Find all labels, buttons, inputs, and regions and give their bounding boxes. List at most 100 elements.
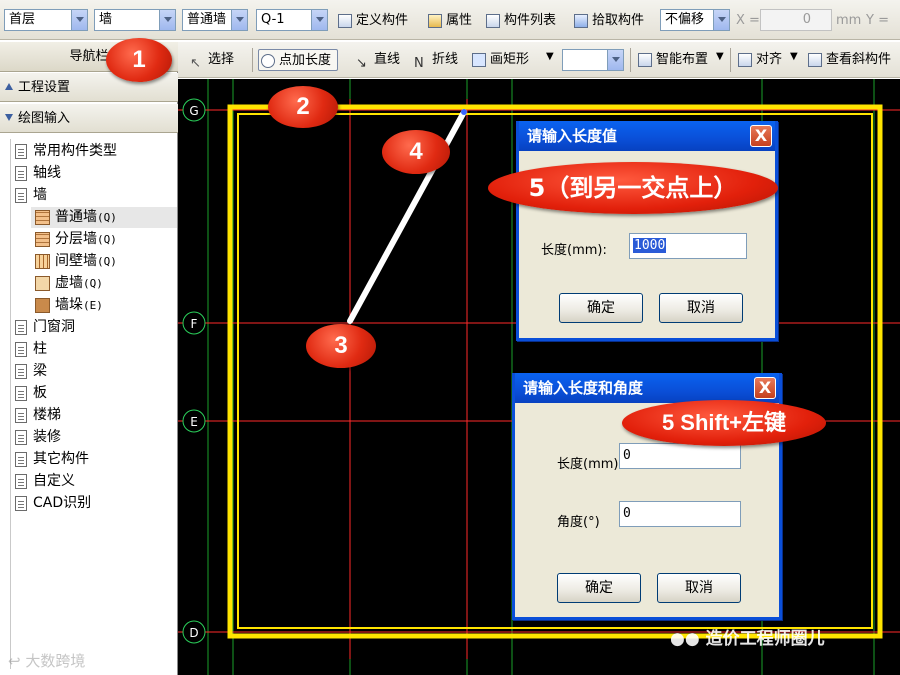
section-project-label: 工程设置 [18, 80, 71, 95]
align-label: 对齐 [756, 52, 783, 67]
tree-item-other[interactable]: 其它构件 [11, 449, 89, 470]
length-input[interactable]: 1000 [629, 233, 747, 259]
align-button[interactable]: 对齐 [736, 49, 782, 71]
tree-item-code: (E) [83, 299, 103, 312]
axis-label-e: E [190, 415, 198, 429]
document-icon [15, 320, 27, 335]
length-dialog: 请输入长度值 X 长度(mm): 1000 确定 取消 [516, 121, 778, 341]
select-button[interactable]: ↖ 选择 [188, 49, 234, 71]
x-input[interactable]: 0 [760, 9, 832, 31]
wall-pier-icon [35, 298, 50, 313]
wall-code-value: Q-1 [261, 12, 285, 27]
tree-item-code: (Q) [83, 277, 103, 290]
tree-item-label: 墙垛 [55, 297, 83, 313]
angle-input-value: 0 [623, 506, 631, 521]
tree-item-label: 虚墙 [55, 275, 83, 291]
angle-input[interactable]: 0 [619, 501, 741, 527]
rectangle-label: 画矩形 [490, 52, 530, 67]
rectangle-button[interactable]: 画矩形 [470, 49, 529, 71]
tree-item-label: 装修 [33, 429, 61, 445]
tree-item-slab[interactable]: 板 [11, 383, 47, 404]
tree-item-cad-recognition[interactable]: CAD识别 [11, 493, 91, 514]
tree-item-label: 分层墙 [55, 231, 97, 247]
offset-select[interactable]: 不偏移 [660, 9, 730, 31]
tree-item-code: (Q) [97, 211, 117, 224]
polyline-button[interactable]: N 折线 [412, 49, 458, 71]
pick-component-button[interactable]: 拾取构件 [572, 10, 644, 32]
angle-dialog-length-input[interactable]: 0 [619, 443, 741, 469]
rectangle-dropdown-icon[interactable]: ▼ [546, 51, 554, 62]
document-icon [15, 408, 27, 423]
wall-icon [35, 210, 50, 225]
length-dialog-title: 请输入长度值 [527, 127, 618, 145]
cursor-icon: ↖ [190, 56, 201, 71]
tree-item-common-types[interactable]: 常用构件类型 [11, 141, 117, 162]
length-angle-dialog-titlebar: 请输入长度和角度 X [515, 373, 779, 403]
point-length-button[interactable]: 点加长度 [258, 49, 339, 71]
section-draw-input[interactable]: 绘图输入 [0, 104, 178, 133]
close-icon[interactable]: X [750, 125, 772, 147]
eyedropper-icon [574, 14, 588, 28]
smart-layout-dropdown-icon[interactable]: ▼ [716, 51, 724, 62]
x-label: X = [736, 13, 760, 28]
point-length-label: 点加长度 [279, 53, 332, 68]
chevron-down-icon [159, 10, 175, 30]
select-label: 选择 [208, 52, 235, 67]
tree-item-axis[interactable]: 轴线 [11, 163, 61, 184]
tree-item-layered-wall[interactable]: 分层墙(Q) [31, 229, 117, 250]
tree-item-column[interactable]: 柱 [11, 339, 47, 360]
component-type-value: 墙 [99, 12, 113, 27]
wall-type-select[interactable]: 普通墙 [182, 9, 248, 31]
toolbar-separator [630, 48, 631, 72]
length-cancel-button[interactable]: 取消 [659, 293, 743, 323]
toolbar-separator [730, 48, 731, 72]
y-label: Y = [866, 13, 889, 28]
tree-item-code: (Q) [97, 255, 117, 268]
watermark-left: ↩ 大数跨境 [8, 650, 85, 671]
blank-select[interactable] [562, 49, 624, 71]
rectangle-icon [472, 53, 486, 67]
angle-dialog-length-value: 0 [623, 448, 631, 463]
polyline-label: 折线 [432, 52, 459, 67]
callout-4: 4 [382, 130, 450, 174]
wall-code-select[interactable]: Q-1 [256, 9, 328, 31]
callout-5-shift-click: 5 Shift+左键 [622, 400, 826, 446]
tree-item-wall-pier[interactable]: 墙垛(E) [31, 295, 103, 316]
virtual-wall-icon [35, 276, 50, 291]
tree-item-label: 墙 [33, 187, 47, 203]
callout-1: 1 [106, 38, 172, 82]
view-slope-button[interactable]: 查看斜构件 [806, 49, 891, 71]
list-icon [486, 14, 500, 28]
angle-cancel-button[interactable]: 取消 [657, 573, 741, 603]
tree-item-custom[interactable]: 自定义 [11, 471, 75, 492]
draw-toolbar: ↖ 选择 点加长度 ↘ 直线 N 折线 画矩形 ▼ 智能布置 ▼ 对齐 ▼ 查看斜构件 [178, 42, 900, 78]
tree-item-wall[interactable]: 墙 [11, 185, 47, 206]
length-ok-button[interactable]: 确定 [559, 293, 643, 323]
properties-button[interactable]: 属性 [426, 10, 472, 32]
tree-item-stairs[interactable]: 楼梯 [11, 405, 61, 426]
tree-item-virtual-wall[interactable]: 虚墙(Q) [31, 273, 103, 294]
document-icon [15, 342, 27, 357]
layered-wall-icon [35, 232, 50, 247]
tree-item-partition-wall[interactable]: 间壁墙(Q) [31, 251, 117, 272]
component-list-button[interactable]: 构件列表 [484, 10, 556, 32]
tree-item-decoration[interactable]: 装修 [11, 427, 61, 448]
component-type-select[interactable]: 墙 [94, 9, 176, 31]
tree-item-normal-wall[interactable]: 普通墙(Q) [31, 207, 177, 228]
tree-item-label: 柱 [33, 341, 47, 357]
component-tree: 常用构件类型 轴线 墙 普通墙(Q) 分层墙(Q) 间壁墙(Q) 虚墙(Q) 墙… [10, 139, 177, 669]
line-button[interactable]: ↘ 直线 [354, 49, 400, 71]
tree-item-label: 间壁墙 [55, 253, 97, 269]
tree-item-door-window[interactable]: 门窗洞 [11, 317, 75, 338]
watermark-right-text: 造价工程师圈儿 [705, 629, 825, 649]
angle-ok-button[interactable]: 确定 [557, 573, 641, 603]
align-dropdown-icon[interactable]: ▼ [790, 51, 798, 62]
close-icon[interactable]: X [754, 377, 776, 399]
floor-select[interactable]: 首层 [4, 9, 88, 31]
tree-item-label: 常用构件类型 [33, 143, 117, 159]
chevron-down-icon [713, 10, 729, 30]
define-component-button[interactable]: 定义构件 [336, 10, 408, 32]
tree-item-beam[interactable]: 梁 [11, 361, 47, 382]
align-icon [738, 53, 752, 67]
smart-layout-button[interactable]: 智能布置 [636, 49, 708, 71]
